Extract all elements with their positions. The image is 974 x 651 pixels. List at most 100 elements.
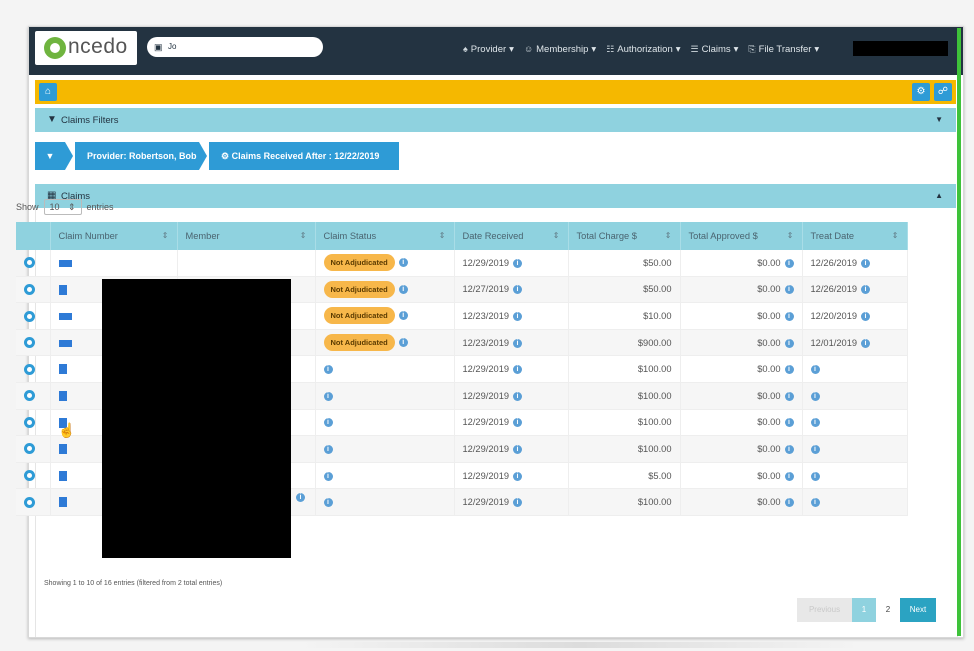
claim-doc-icon[interactable] <box>58 339 72 347</box>
claim-doc-icon[interactable] <box>58 313 72 321</box>
expand-row-icon[interactable] <box>24 283 35 295</box>
claim-doc-icon[interactable] <box>58 391 67 402</box>
claim-doc-icon[interactable] <box>58 497 67 508</box>
info-icon[interactable]: i <box>513 471 523 481</box>
info-icon[interactable]: i <box>513 444 523 454</box>
unlock-icon[interactable]: ☍ <box>934 83 952 101</box>
info-icon[interactable]: i <box>810 418 820 428</box>
info-icon[interactable]: i <box>784 418 794 428</box>
expand-row-icon[interactable] <box>24 337 35 349</box>
chevron-down-icon: ▾ <box>591 43 597 55</box>
info-icon[interactable]: i <box>784 365 794 375</box>
info-icon[interactable]: i <box>513 338 523 348</box>
info-icon[interactable]: i <box>323 391 333 401</box>
info-icon[interactable]: i <box>513 391 523 401</box>
info-icon[interactable]: i <box>323 444 333 454</box>
expand-row-icon[interactable] <box>24 257 35 269</box>
claim-doc-icon[interactable] <box>58 444 67 455</box>
info-icon[interactable]: i <box>784 312 794 321</box>
info-icon[interactable]: i <box>861 312 871 321</box>
expand-row-icon[interactable] <box>24 416 35 428</box>
claims-filters-header[interactable]: ▼ Claims Filters ▼ <box>35 108 956 132</box>
info-icon[interactable]: i <box>398 258 408 268</box>
expand-row-icon[interactable] <box>24 496 35 508</box>
col-total-charge[interactable]: Total Charge $ ⇕ <box>568 222 681 250</box>
sort-icon: ⇕ <box>67 201 76 212</box>
info-icon[interactable]: i <box>784 444 794 454</box>
col-treat-date[interactable]: Treat Date ⇕ <box>802 222 908 250</box>
info-icon[interactable]: i <box>810 498 820 508</box>
claim-doc-icon[interactable] <box>58 470 67 481</box>
total-approved: $0.00 <box>757 310 781 321</box>
info-icon[interactable]: i <box>398 311 408 321</box>
info-icon[interactable]: i <box>513 418 523 428</box>
page-2-button[interactable]: 2 <box>876 598 900 622</box>
previous-button[interactable]: Previous <box>797 598 852 622</box>
info-icon[interactable]: i <box>784 258 794 268</box>
claims-panel-header[interactable]: ▦ Claims ▲ <box>35 184 956 208</box>
col-claim-status[interactable]: Claim Status ⇕ <box>315 222 455 250</box>
menu-provider[interactable]: ♠ Provider ▾ <box>463 40 514 58</box>
menu-membership[interactable]: ☺ Membership ▾ <box>524 40 596 58</box>
settings-icon[interactable]: ⚙ <box>912 83 930 101</box>
menu-claims[interactable]: ☰ Claims ▾ <box>691 40 739 58</box>
info-icon[interactable]: i <box>323 418 333 428</box>
info-icon[interactable]: i <box>513 498 523 508</box>
date-received: 12/29/2019 <box>462 364 510 375</box>
chevron-up-icon[interactable]: ▲ <box>935 191 943 200</box>
menu-file-transfer[interactable]: ⎘ File Transfer ▾ <box>748 40 819 58</box>
status-badge: Not Adjudicated <box>323 254 395 272</box>
info-icon[interactable]: i <box>784 471 794 481</box>
menu-authorization[interactable]: ☷ Authorization ▾ <box>606 40 680 58</box>
info-icon[interactable]: i <box>810 365 820 375</box>
filter-crumb[interactable]: ▼ <box>35 142 65 170</box>
col-member[interactable]: Member ⇕ <box>177 222 316 250</box>
table-info: Showing 1 to 10 of 16 entries (filtered … <box>44 580 223 587</box>
total-charge: $50.00 <box>568 276 681 304</box>
home-icon[interactable]: ⌂ <box>39 83 57 101</box>
info-icon[interactable]: i <box>861 258 871 268</box>
chevron-down-icon[interactable]: ▼ <box>935 115 943 124</box>
col-total-approved[interactable]: Total Approved $ ⇕ <box>680 222 803 250</box>
info-icon[interactable]: i <box>323 365 333 375</box>
claim-doc-icon[interactable] <box>58 284 67 295</box>
claim-doc-icon[interactable] <box>58 364 67 375</box>
col-claim-number[interactable]: Claim Number ⇕ <box>50 222 178 250</box>
chevron-down-icon: ▾ <box>675 43 681 55</box>
info-icon[interactable]: i <box>784 498 794 508</box>
page-1-button[interactable]: 1 <box>852 598 876 622</box>
info-icon[interactable]: i <box>784 338 794 348</box>
info-icon[interactable]: i <box>513 312 523 321</box>
info-icon[interactable]: i <box>810 391 820 401</box>
expand-row-icon[interactable] <box>24 363 35 375</box>
hand-cursor-icon: ☝ <box>58 422 76 438</box>
expand-row-icon[interactable] <box>24 443 35 455</box>
info-icon[interactable]: i <box>513 285 523 295</box>
info-icon[interactable]: i <box>323 471 333 481</box>
next-button[interactable]: Next <box>900 598 936 622</box>
col-date-received[interactable]: Date Received ⇕ <box>454 222 569 250</box>
info-icon[interactable]: i <box>810 444 820 454</box>
info-icon[interactable]: i <box>861 285 871 295</box>
expand-row-icon[interactable] <box>24 390 35 402</box>
provider-crumb[interactable]: Provider: Robertson, Bob <box>75 142 199 170</box>
info-icon[interactable]: i <box>296 493 305 502</box>
table-row[interactable]: Not Adjudicated i 12/29/2019 i $50.00 $0.0… <box>16 250 908 277</box>
expand-row-icon[interactable] <box>24 470 35 482</box>
expand-row-icon[interactable] <box>24 310 35 322</box>
claim-doc-icon[interactable] <box>58 259 72 267</box>
received-after-crumb[interactable]: ⚙ Claims Received After : 12/22/2019 <box>209 142 399 170</box>
info-icon[interactable]: i <box>784 391 794 401</box>
menu-label: Provider <box>470 43 507 55</box>
info-icon[interactable]: i <box>810 471 820 481</box>
info-icon[interactable]: i <box>513 365 523 375</box>
info-icon[interactable]: i <box>861 338 871 348</box>
info-icon[interactable]: i <box>398 284 408 294</box>
info-icon[interactable]: i <box>398 338 408 348</box>
incedo-logo[interactable]: ncedo <box>35 31 137 65</box>
info-icon[interactable]: i <box>784 285 794 295</box>
info-icon[interactable]: i <box>323 498 333 508</box>
info-icon[interactable]: i <box>513 258 523 268</box>
entries-select[interactable]: 10 ⇕ <box>43 199 82 215</box>
user-pill[interactable]: ▣ Jo <box>147 37 323 57</box>
